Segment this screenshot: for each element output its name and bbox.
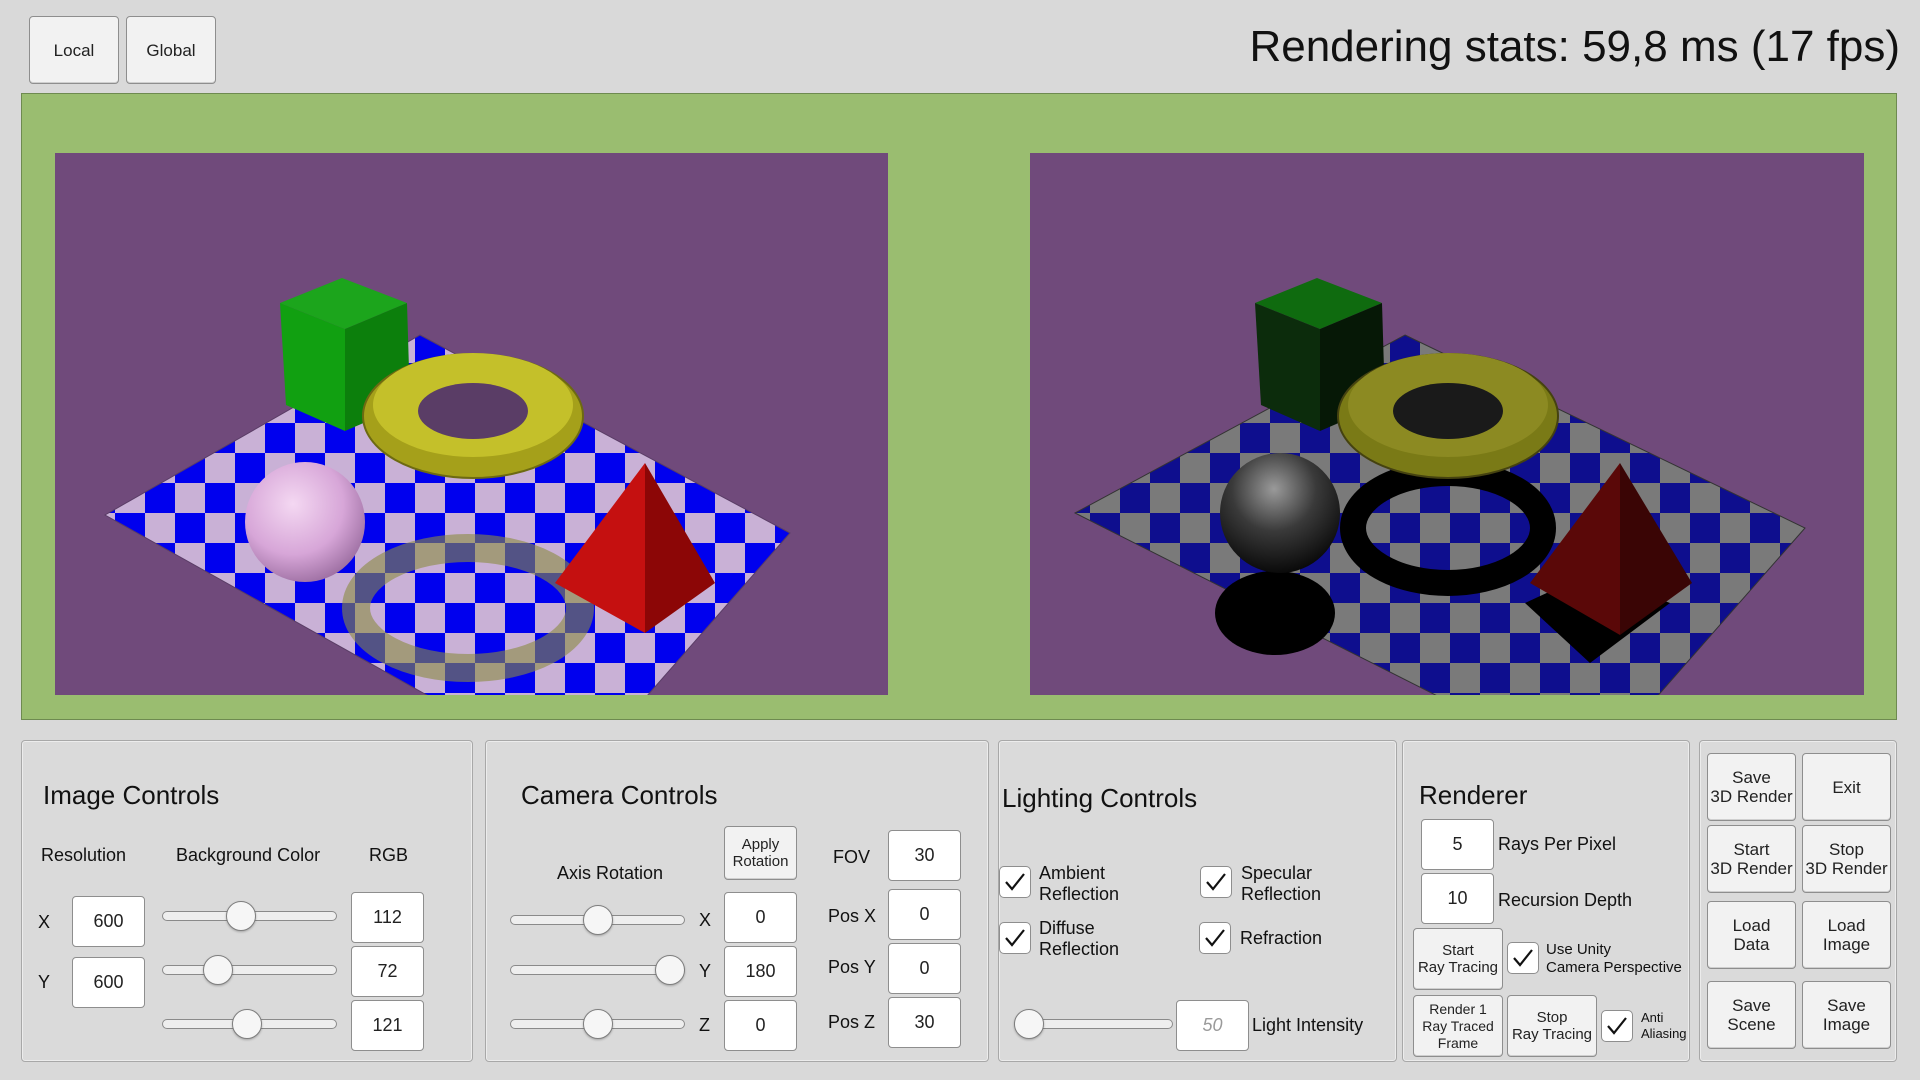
unity-scene-render	[103, 278, 791, 695]
light-intensity-slider[interactable]	[1014, 1009, 1173, 1040]
pos-y-input[interactable]: 0	[888, 943, 961, 994]
bg-blue-slider[interactable]	[162, 1009, 337, 1040]
pos-y-label: Pos Y	[828, 957, 876, 977]
rgb-red-input[interactable]: 112	[351, 892, 424, 943]
exit-button[interactable]: Exit	[1802, 753, 1891, 821]
ray-traced-viewport[interactable]	[1030, 153, 1864, 695]
refraction-label: Refraction	[1240, 928, 1323, 948]
pos-z-input[interactable]: 30	[888, 997, 961, 1048]
start-ray-tracing-button[interactable]: Start Ray Tracing	[1413, 928, 1503, 990]
use-unity-camera-checkbox[interactable]	[1507, 942, 1539, 974]
check-icon	[1513, 949, 1533, 967]
res-x-label: X	[38, 912, 51, 932]
rot-z-label: Z	[699, 1015, 710, 1035]
fov-input[interactable]: 30	[888, 830, 961, 881]
rotation-y-slider[interactable]	[510, 955, 685, 986]
image-controls-title: Image Controls	[43, 780, 220, 810]
sphere	[1220, 453, 1340, 573]
diffuse-reflection-label: Diffuse Reflection	[1039, 918, 1120, 959]
diffuse-reflection-checkbox[interactable]	[999, 922, 1031, 954]
check-icon	[1205, 929, 1225, 947]
renderer-title: Renderer	[1419, 780, 1528, 810]
render-one-ray-traced-frame-button[interactable]: Render 1 Ray Traced Frame	[1413, 995, 1503, 1057]
pos-x-label: Pos X	[828, 906, 877, 926]
ambient-reflection-label: Ambient Reflection	[1039, 863, 1120, 904]
resolution-x-input[interactable]: 600	[72, 896, 145, 947]
rot-y-label: Y	[699, 961, 712, 981]
rgb-label: RGB	[369, 845, 409, 865]
slider-knob[interactable]	[202, 955, 233, 985]
light-intensity-input[interactable]: 50	[1176, 1000, 1249, 1051]
check-icon	[1005, 873, 1025, 891]
camera-controls-title: Camera Controls	[521, 780, 718, 810]
bg-red-slider[interactable]	[162, 901, 337, 932]
anti-aliasing-checkbox[interactable]	[1601, 1010, 1633, 1042]
slider-knob[interactable]	[231, 1009, 262, 1039]
load-image-button[interactable]: Load Image	[1802, 901, 1891, 969]
lighting-controls-title: Lighting Controls	[1002, 783, 1198, 813]
rot-x-label: X	[699, 910, 712, 930]
local-button[interactable]: Local	[29, 16, 119, 84]
specular-reflection-label: Specular Reflection	[1241, 863, 1322, 904]
recursion-depth-label: Recursion Depth	[1498, 890, 1633, 910]
light-intensity-label: Light Intensity	[1252, 1015, 1364, 1035]
load-data-button[interactable]: Load Data	[1707, 901, 1796, 969]
start-3d-render-button[interactable]: Start 3D Render	[1707, 825, 1796, 893]
sphere	[245, 462, 365, 582]
recursion-depth-input[interactable]: 10	[1421, 873, 1494, 924]
slider-knob[interactable]	[655, 955, 685, 985]
use-unity-camera-label: Use Unity Camera Perspective	[1546, 941, 1682, 976]
background-color-label: Background Color	[176, 845, 321, 865]
sphere-shadow	[1215, 571, 1335, 655]
rotation-z-slider[interactable]	[510, 1009, 685, 1040]
slider-knob[interactable]	[582, 1009, 613, 1039]
rgb-blue-input[interactable]: 121	[351, 1000, 424, 1051]
slider-knob[interactable]	[225, 901, 256, 931]
unity-3d-viewport[interactable]	[55, 153, 888, 695]
check-icon	[1607, 1017, 1627, 1035]
fov-label: FOV	[833, 847, 871, 867]
rays-per-pixel-input[interactable]: 5	[1421, 819, 1494, 870]
stop-ray-tracing-button[interactable]: Stop Ray Tracing	[1507, 995, 1597, 1057]
anti-aliasing-label: Anti Aliasing	[1641, 1010, 1687, 1041]
refraction-checkbox[interactable]	[1199, 922, 1231, 954]
save-image-button[interactable]: Save Image	[1802, 981, 1891, 1049]
rotation-x-input[interactable]: 0	[724, 892, 797, 943]
axis-rotation-label: Axis Rotation	[557, 863, 664, 883]
stop-3d-render-button[interactable]: Stop 3D Render	[1802, 825, 1891, 893]
save-3d-render-button[interactable]: Save 3D Render	[1707, 753, 1796, 821]
pos-x-input[interactable]: 0	[888, 889, 961, 940]
res-y-label: Y	[38, 972, 51, 992]
specular-reflection-checkbox[interactable]	[1200, 866, 1232, 898]
save-scene-button[interactable]: Save Scene	[1707, 981, 1796, 1049]
bg-green-slider[interactable]	[162, 955, 337, 986]
torus-hole	[1393, 383, 1503, 439]
ambient-reflection-checkbox[interactable]	[999, 866, 1031, 898]
rendering-stats: Rendering stats: 59,8 ms (17 fps)	[1249, 22, 1900, 71]
rays-per-pixel-label: Rays Per Pixel	[1498, 834, 1617, 854]
ray-traced-render	[1073, 278, 1806, 695]
pos-z-label: Pos Z	[828, 1012, 876, 1032]
rgb-green-input[interactable]: 72	[351, 946, 424, 997]
rotation-y-input[interactable]: 180	[724, 946, 797, 997]
resolution-y-input[interactable]: 600	[72, 957, 145, 1008]
torus-hole	[418, 383, 528, 439]
check-icon	[1206, 873, 1226, 891]
rotation-x-slider[interactable]	[510, 905, 685, 936]
resolution-label: Resolution	[41, 845, 127, 865]
global-button[interactable]: Global	[126, 16, 216, 84]
slider-knob[interactable]	[1014, 1009, 1044, 1039]
rotation-z-input[interactable]: 0	[724, 1000, 797, 1051]
apply-rotation-button[interactable]: Apply Rotation	[724, 826, 797, 880]
check-icon	[1005, 929, 1025, 947]
slider-knob[interactable]	[582, 905, 613, 935]
